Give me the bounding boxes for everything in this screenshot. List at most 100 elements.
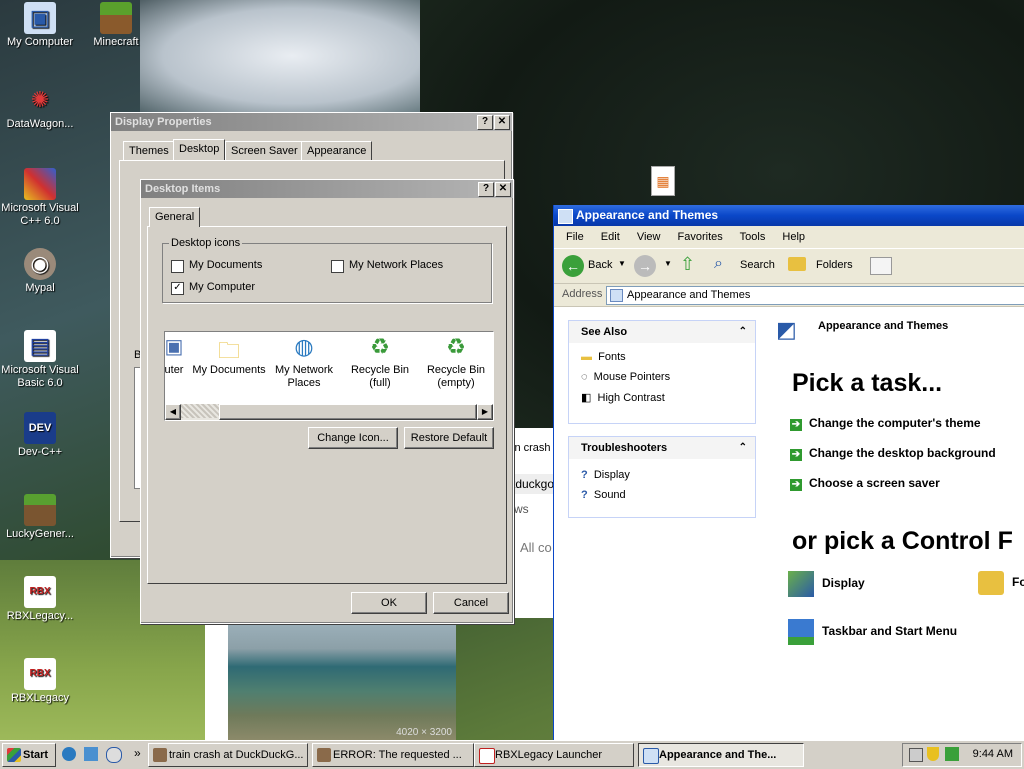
- control-icon-display[interactable]: Display: [788, 571, 865, 597]
- my-network-places-checkbox[interactable]: [331, 260, 344, 273]
- control-icon-fonts[interactable]: Fo: [978, 571, 1024, 595]
- security-shield-icon[interactable]: [927, 747, 939, 761]
- horizontal-scrollbar[interactable]: ◀ ▶: [165, 404, 493, 420]
- troubleshooter-sound[interactable]: ? Sound: [581, 489, 626, 501]
- list-item[interactable]: ♻ Recycle Bin (empty): [419, 334, 493, 390]
- media-player-icon[interactable]: [106, 747, 122, 763]
- see-also-high-contrast[interactable]: ◧ High Contrast: [581, 391, 665, 404]
- folders-icon[interactable]: [788, 257, 806, 271]
- see-also-header[interactable]: See Also ⌃: [569, 321, 755, 343]
- close-button[interactable]: ✕: [495, 182, 511, 197]
- my-documents-checkbox[interactable]: [171, 260, 184, 273]
- desktop-icon-visual-cpp[interactable]: Microsoft Visual C++ 6.0: [0, 168, 80, 228]
- see-also-fonts[interactable]: ▬ Fonts: [581, 351, 626, 363]
- menu-help[interactable]: Help: [782, 231, 805, 243]
- see-also-mouse-pointers[interactable]: ◌ Mouse Pointers: [581, 371, 670, 383]
- desktop-icon-minecraft[interactable]: Minecraft: [76, 2, 156, 49]
- control-panel-icon: [643, 748, 659, 764]
- desktop-icon-mypal[interactable]: ◉ Mypal: [0, 248, 80, 295]
- help-button[interactable]: ?: [478, 182, 494, 197]
- photo-caption: 4020 × 3200: [396, 727, 452, 738]
- views-icon[interactable]: [870, 257, 892, 275]
- search-button-label[interactable]: Search: [740, 259, 775, 271]
- rbxlegacy-icon: RBX: [24, 658, 56, 690]
- arrow-right-icon: ➔: [790, 479, 802, 491]
- list-item[interactable]: 🗀 My Documents: [191, 334, 267, 377]
- troubleshooters-header[interactable]: Troubleshooters ⌃: [569, 437, 755, 459]
- close-button[interactable]: ✕: [494, 115, 510, 130]
- desktop-icon-rbxlegacy[interactable]: RBX RBXLegacy: [0, 658, 80, 705]
- tab-desktop[interactable]: Desktop: [173, 139, 226, 160]
- appearance-themes-window[interactable]: Appearance and Themes File Edit View Fav…: [553, 205, 1024, 740]
- collapse-icon[interactable]: ⌃: [739, 437, 747, 459]
- scroll-left-button[interactable]: ◀: [165, 404, 181, 420]
- task-change-theme[interactable]: ➔ Change the computer's theme: [790, 416, 981, 431]
- quicklaunch-chevron[interactable]: »: [134, 746, 141, 760]
- back-button-label[interactable]: Back: [588, 259, 612, 271]
- display-properties-titlebar[interactable]: Display Properties ? ✕: [111, 113, 512, 131]
- troubleshooters-box: Troubleshooters ⌃ ? Display ? Sound: [568, 436, 756, 518]
- restore-default-button[interactable]: Restore Default: [404, 427, 494, 449]
- desktop-icon-visual-basic[interactable]: ▤ Microsoft Visual Basic 6.0: [0, 330, 80, 390]
- menu-favorites[interactable]: Favorites: [678, 231, 723, 243]
- keyboard-icon[interactable]: [909, 748, 923, 762]
- desktop-icon-rbxlegacy-shortcut[interactable]: RBX RBXLegacy...: [0, 576, 80, 623]
- up-folder-icon[interactable]: ⇧: [680, 254, 702, 276]
- tab-screen-saver[interactable]: Screen Saver: [225, 141, 304, 161]
- taskbar-button-rbxlegacy[interactable]: RBXLegacy Launcher: [474, 743, 634, 767]
- task-change-background[interactable]: ➔ Change the desktop background: [790, 446, 996, 461]
- clock[interactable]: 9:44 AM: [973, 748, 1013, 760]
- list-item[interactable]: ◍ My Network Places: [269, 334, 339, 390]
- list-item[interactable]: ▣ uter: [165, 334, 189, 376]
- control-icon-taskbar[interactable]: Taskbar and Start Menu: [788, 619, 957, 645]
- address-field[interactable]: Appearance and Themes: [606, 286, 1024, 305]
- desktop-icon-my-computer[interactable]: ▣ My Computer: [0, 2, 80, 49]
- taskbar-button-appearance[interactable]: Appearance and The...: [638, 743, 804, 767]
- mypal-icon: ◉: [24, 248, 56, 280]
- desktop-items-titlebar[interactable]: Desktop Items ? ✕: [141, 180, 513, 198]
- tab-general[interactable]: General: [149, 207, 201, 227]
- desktop-items-dialog[interactable]: Desktop Items ? ✕ General Desktop icons …: [140, 179, 514, 624]
- show-desktop-icon[interactable]: [84, 747, 98, 761]
- taskbar-button-browser[interactable]: train crash at DuckDuckG...: [148, 743, 308, 767]
- display-icon: [788, 571, 814, 597]
- windows-logo-icon: [7, 748, 21, 762]
- ok-button[interactable]: OK: [351, 592, 427, 614]
- network-icon[interactable]: [945, 747, 959, 761]
- menu-file[interactable]: File: [566, 231, 584, 243]
- my-documents-checkbox-label: My Documents: [189, 259, 263, 271]
- menu-tools[interactable]: Tools: [740, 231, 766, 243]
- scrollbar-track[interactable]: [181, 404, 219, 418]
- file-icon[interactable]: ▦: [651, 166, 675, 196]
- desktop-icon-dev-cpp[interactable]: DEV Dev-C++: [0, 412, 80, 459]
- start-button[interactable]: Start: [2, 743, 56, 767]
- forward-dropdown-icon[interactable]: ▼: [664, 259, 672, 268]
- my-computer-checkbox[interactable]: ✓: [171, 282, 184, 295]
- back-dropdown-icon[interactable]: ▼: [618, 259, 626, 268]
- troubleshooter-display[interactable]: ? Display: [581, 469, 630, 481]
- desktop-icons-group: Desktop icons My Documents My Network Pl…: [162, 237, 492, 303]
- taskbar-button-error[interactable]: ERROR: The requested ...: [312, 743, 474, 767]
- scrollbar-thumb[interactable]: [219, 404, 477, 420]
- explorer-titlebar[interactable]: Appearance and Themes: [554, 205, 1024, 226]
- menu-edit[interactable]: Edit: [601, 231, 620, 243]
- task-screen-saver[interactable]: ➔ Choose a screen saver: [790, 476, 940, 491]
- tab-themes[interactable]: Themes: [123, 141, 175, 161]
- collapse-icon[interactable]: ⌃: [739, 321, 747, 343]
- list-item[interactable]: ♻ Recycle Bin (full): [343, 334, 417, 390]
- desktop-icon-datawagon[interactable]: ✺ DataWagon...: [0, 84, 80, 131]
- desktop-icon-lucky-generator[interactable]: LuckyGener...: [0, 494, 80, 541]
- back-arrow-icon[interactable]: ←: [562, 255, 584, 277]
- cancel-button[interactable]: Cancel: [433, 592, 509, 614]
- help-button[interactable]: ?: [477, 115, 493, 130]
- internet-explorer-icon[interactable]: [62, 747, 76, 761]
- scroll-right-button[interactable]: ▶: [477, 404, 493, 420]
- taskbar-icon: [788, 619, 814, 645]
- search-icon[interactable]: ⌕: [714, 255, 723, 273]
- forward-arrow-icon[interactable]: →: [634, 255, 656, 277]
- change-icon-button[interactable]: Change Icon...: [308, 427, 398, 449]
- folders-button-label[interactable]: Folders: [816, 259, 853, 271]
- desktop-icon-list[interactable]: ▣ uter 🗀 My Documents ◍ My Network Place…: [164, 331, 494, 421]
- menu-view[interactable]: View: [637, 231, 661, 243]
- tab-appearance[interactable]: Appearance: [301, 141, 373, 161]
